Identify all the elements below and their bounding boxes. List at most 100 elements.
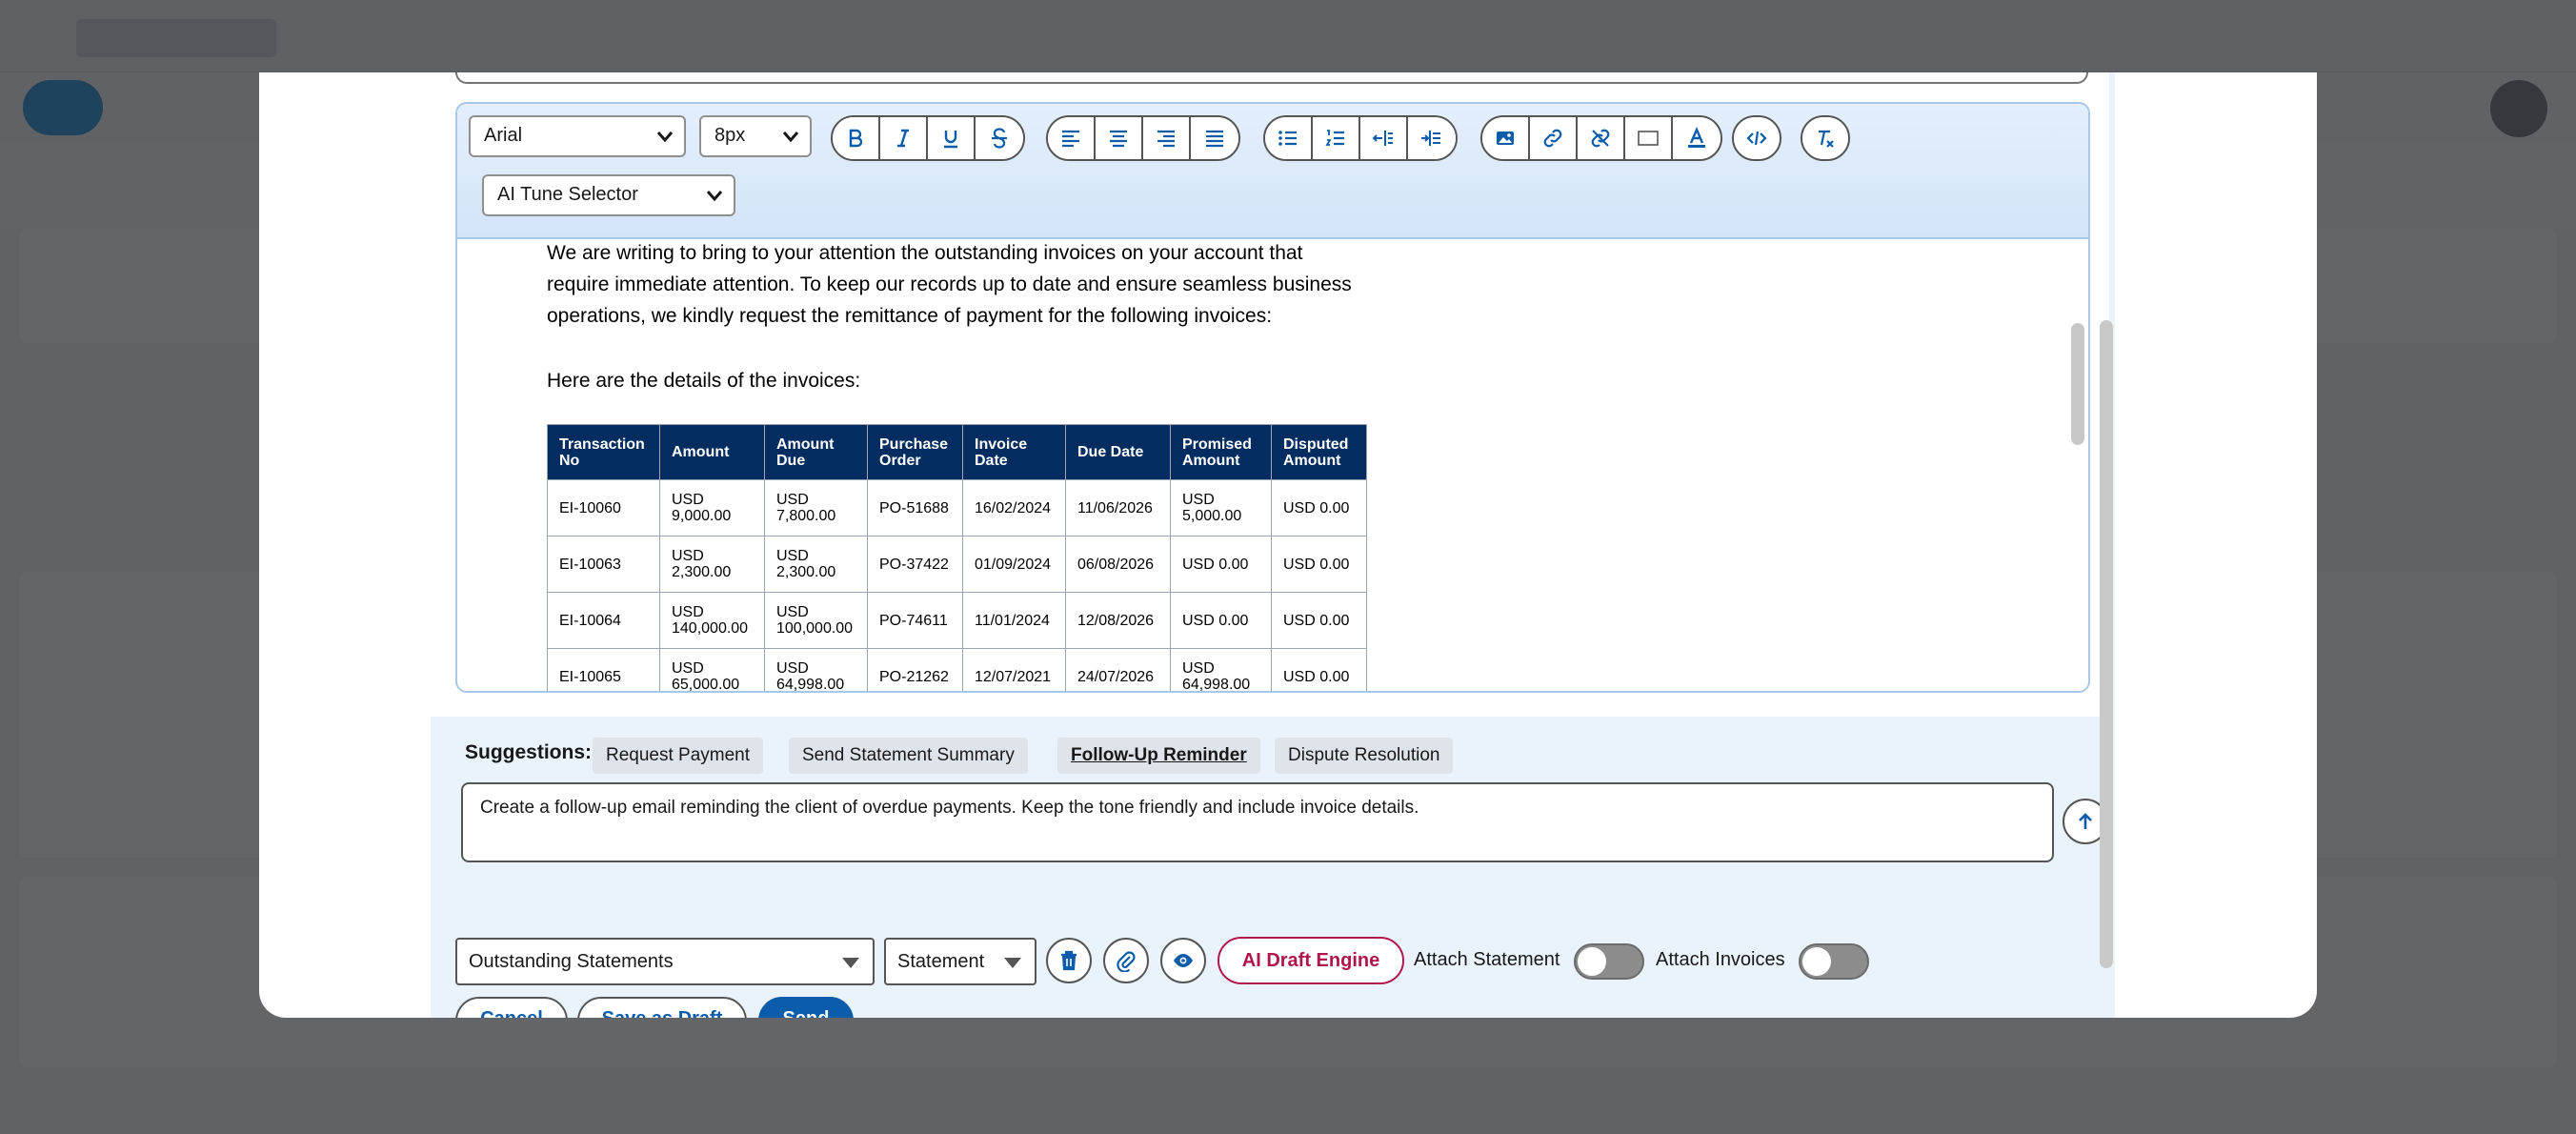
chevron-down-icon	[656, 132, 674, 143]
table-header-row: Transaction No Amount Amount Due Purchas…	[547, 424, 1367, 480]
table-cell: USD 9,000.00	[659, 479, 765, 537]
underline-icon	[944, 131, 957, 149]
italic-button[interactable]	[880, 117, 928, 159]
table-cell: EI-10063	[547, 536, 660, 593]
align-right-icon	[1157, 130, 1175, 148]
table-cell: 11/06/2026	[1065, 479, 1171, 537]
column-header: Transaction No	[547, 424, 660, 480]
column-header: Amount	[659, 424, 765, 480]
ai-tune-selector[interactable]: AI Tune Selector	[482, 174, 735, 216]
table-cell: USD 64,998.00	[1170, 648, 1272, 691]
template-select[interactable]: Outstanding Statements	[455, 938, 875, 985]
template-select-value: Outstanding Statements	[469, 951, 674, 972]
send-button[interactable]: Send	[758, 997, 854, 1018]
table-cell: EI-10060	[547, 479, 660, 537]
table-row: EI-10065 USD 65,000.00 USD 64,998.00 PO-…	[547, 648, 1367, 691]
suggestion-dispute-resolution[interactable]: Dispute Resolution	[1275, 738, 1454, 774]
column-header: Disputed Amount	[1271, 424, 1367, 480]
insert-link-button[interactable]	[1530, 117, 1578, 159]
suggestion-request-payment[interactable]: Request Payment	[593, 738, 764, 774]
indent-button[interactable]	[1408, 117, 1456, 159]
suggestions-label: Suggestions:	[465, 741, 593, 763]
justify-button[interactable]	[1191, 117, 1238, 159]
table-cell: USD 2,300.00	[764, 536, 868, 593]
strikethrough-icon	[992, 128, 1007, 149]
editor-content[interactable]: We are writing to bring to your attentio…	[457, 239, 2067, 691]
table-cell: PO-74611	[867, 592, 963, 649]
type-select-value: Statement	[897, 951, 985, 972]
table-cell: 24/07/2026	[1065, 648, 1171, 691]
table-cell: PO-37422	[867, 536, 963, 593]
body-paragraph-line: operations, we kindly request the remitt…	[547, 305, 1273, 327]
clear-format-button-group	[1801, 115, 1850, 161]
insert-image-button[interactable]	[1482, 117, 1530, 159]
table-cell: 12/07/2021	[962, 648, 1066, 691]
table-row: EI-10060 USD 9,000.00 USD 7,800.00 PO-51…	[547, 479, 1367, 537]
toggle-knob	[1802, 947, 1831, 976]
table-cell: USD 65,000.00	[659, 648, 765, 691]
font-size-select[interactable]: 8px	[699, 115, 812, 157]
ai-draft-engine-button[interactable]: AI Draft Engine	[1218, 937, 1404, 984]
paperclip-icon	[1117, 951, 1136, 972]
email-composer-modal: Arial 8px AI Tune Selector We are writin…	[259, 72, 2317, 1018]
attach-invoices-toggle[interactable]	[1799, 943, 1869, 980]
table-cell: USD 140,000.00	[659, 592, 765, 649]
delete-button[interactable]	[1046, 938, 1092, 983]
attach-statement-label: Attach Statement	[1414, 949, 1560, 970]
insert-table-button[interactable]	[1625, 117, 1673, 159]
font-family-select[interactable]: Arial	[469, 115, 686, 157]
editor-toolbar: Arial 8px AI Tune Selector	[457, 104, 2088, 239]
table-cell: USD 100,000.00	[764, 592, 868, 649]
chevron-down-icon	[706, 191, 723, 202]
preview-button[interactable]	[1160, 938, 1206, 983]
italic-icon	[897, 129, 909, 148]
code-icon	[1746, 131, 1767, 146]
align-center-icon	[1110, 130, 1127, 148]
bold-button[interactable]	[833, 117, 880, 159]
type-select[interactable]: Statement	[884, 938, 1036, 985]
column-header: Amount Due	[764, 424, 868, 480]
table-cell: 16/02/2024	[962, 479, 1066, 537]
clear-formatting-button[interactable]	[1802, 117, 1848, 159]
table-cell: USD 0.00	[1271, 479, 1367, 537]
table-cell: USD 0.00	[1271, 536, 1367, 593]
attach-file-button[interactable]	[1103, 938, 1149, 983]
text-color-button[interactable]	[1673, 117, 1721, 159]
outdent-button[interactable]	[1360, 117, 1408, 159]
modal-scrollbar[interactable]	[2100, 320, 2113, 968]
column-header: Promised Amount	[1170, 424, 1272, 480]
body-paragraph-line: require immediate attention. To keep our…	[547, 273, 1352, 295]
suggestion-send-statement-summary[interactable]: Send Statement Summary	[789, 738, 1028, 774]
body-paragraph-line: Here are the details of the invoices:	[547, 370, 861, 392]
strikethrough-button[interactable]	[976, 117, 1023, 159]
align-right-button[interactable]	[1143, 117, 1191, 159]
rich-text-editor: Arial 8px AI Tune Selector We are writin…	[455, 102, 2090, 693]
suggestion-follow-up-reminder[interactable]: Follow-Up Reminder	[1057, 738, 1260, 774]
source-code-button[interactable]	[1734, 117, 1780, 159]
attach-invoices-label: Attach Invoices	[1656, 949, 1785, 970]
table-cell: USD 2,300.00	[659, 536, 765, 593]
save-as-draft-button[interactable]: Save as Draft	[577, 997, 747, 1018]
numbered-list-icon	[1325, 130, 1344, 146]
ai-prompt-input[interactable]: Create a follow-up email reminding the c…	[461, 782, 2054, 862]
align-center-button[interactable]	[1096, 117, 1143, 159]
cancel-button[interactable]: Cancel	[455, 997, 568, 1018]
remove-link-button[interactable]	[1578, 117, 1625, 159]
bullet-list-icon	[1278, 131, 1297, 146]
attach-statement-toggle[interactable]	[1574, 943, 1644, 980]
table-cell: 01/09/2024	[962, 536, 1066, 593]
table-cell: EI-10064	[547, 592, 660, 649]
bullet-list-button[interactable]	[1265, 117, 1313, 159]
table-row: EI-10064 USD 140,000.00 USD 100,000.00 P…	[547, 592, 1367, 649]
subject-field[interactable]	[455, 72, 2088, 84]
underline-button[interactable]	[928, 117, 976, 159]
table-cell: PO-51688	[867, 479, 963, 537]
align-left-icon	[1062, 130, 1079, 148]
align-left-button[interactable]	[1048, 117, 1096, 159]
justify-icon	[1206, 130, 1223, 148]
arrow-up-icon	[2079, 813, 2092, 829]
numbered-list-button[interactable]	[1313, 117, 1360, 159]
editor-scrollbar[interactable]	[2071, 323, 2084, 445]
bold-icon	[849, 129, 863, 148]
table-cell: EI-10065	[547, 648, 660, 691]
